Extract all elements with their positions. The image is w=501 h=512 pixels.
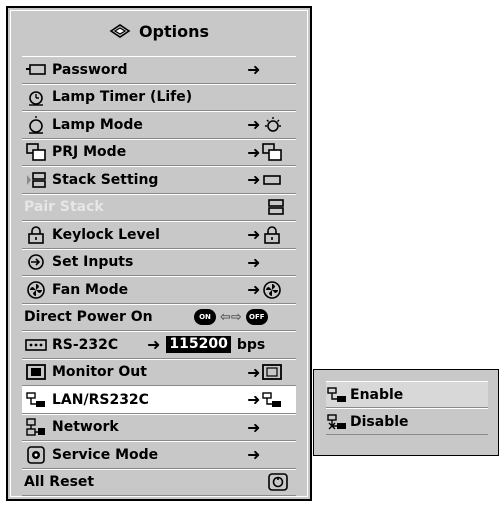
lan-disable-icon: [326, 413, 348, 431]
rs232c-icon: [24, 335, 48, 355]
menu-item-direct-power-on[interactable]: Direct Power On ON ⇦⇨ OFF: [22, 303, 296, 331]
submenu-item-label: Disable: [350, 413, 409, 430]
menu-title: Options: [22, 14, 296, 48]
on-toggle[interactable]: ON: [194, 309, 216, 326]
menu-item-password[interactable]: Password ➜: [22, 56, 296, 84]
prj-mode-icon: [24, 142, 48, 162]
options-menu: Options Password ➜ Lamp Timer (Life) Lam…: [6, 6, 312, 501]
lan-rs232c-icon: [24, 390, 48, 410]
menu-item-all-reset[interactable]: All Reset: [22, 468, 296, 496]
lan-enable-icon: [326, 386, 348, 404]
fan-icon: [24, 280, 48, 300]
fan-icon: [263, 280, 282, 299]
monitor-icon: [262, 364, 283, 381]
menu-item-stack-setting[interactable]: Stack Setting ➜: [22, 166, 296, 194]
arrow-right-icon: ➜: [247, 362, 261, 382]
menu-item-monitor-out[interactable]: Monitor Out ➜: [22, 358, 296, 386]
baud-rate: 115200: [166, 336, 231, 354]
arrow-right-icon: ➜: [247, 225, 261, 245]
menu-item-service-mode[interactable]: Service Mode ➜: [22, 441, 296, 469]
menu-item-label: All Reset: [24, 474, 95, 491]
stack-setting-value: ➜: [247, 167, 282, 193]
set-inputs-icon: [24, 252, 48, 272]
arrow-right-icon: ➜: [247, 390, 261, 410]
menu-item-prj-mode[interactable]: PRJ Mode ➜: [22, 138, 296, 166]
baud-rate-value: ➜ 115200 bps: [147, 332, 265, 358]
lamp-mode-value: ➜: [247, 112, 284, 138]
baud-unit: bps: [236, 336, 266, 353]
lan-icon: [262, 392, 282, 407]
monitor-out-icon: [24, 362, 48, 382]
monitor-out-value: ➜: [247, 360, 283, 386]
arrow-right-icon: ➜: [247, 142, 261, 162]
menu-item-label: Pair Stack: [24, 199, 104, 216]
menu-item-keylock-level[interactable]: Keylock Level ➜: [22, 221, 296, 249]
password-icon: [24, 60, 48, 80]
arrow-right-icon: ➜: [147, 335, 161, 355]
arrow-right-icon: ➜: [247, 170, 261, 190]
menu-item-rs232c[interactable]: RS-232C ➜ 115200 bps: [22, 331, 296, 359]
arrow-right-icon: ➜: [247, 60, 261, 80]
prj-front-icon: [262, 143, 283, 162]
options-list: Password ➜ Lamp Timer (Life) Lamp Mode ➜: [22, 56, 296, 496]
submenu-list: Enable Disable: [326, 381, 488, 435]
arrow-right-icon: ➜: [247, 280, 261, 300]
menu-item-pair-stack: Pair Stack: [22, 193, 296, 221]
fan-mode-value: ➜: [247, 277, 282, 303]
lamp-bright-icon: [265, 116, 282, 132]
menu-title-text: Options: [138, 21, 210, 41]
menu-item-lamp-timer[interactable]: Lamp Timer (Life): [22, 83, 296, 111]
keylock-value: ➜: [247, 222, 282, 248]
direct-power-toggle[interactable]: ON ⇦⇨ OFF: [194, 305, 268, 331]
menu-item-lan-rs232c[interactable]: LAN/RS232C ➜: [22, 386, 296, 414]
prj-mode-value: ➜: [247, 140, 283, 166]
lock-icon: [264, 225, 281, 244]
single-unit-icon: [263, 174, 282, 185]
lamp-mode-icon: [24, 115, 48, 135]
pair-stack-icon: [266, 195, 286, 221]
arrow-right-icon: ➜: [247, 445, 261, 465]
network-icon: [24, 417, 48, 437]
submenu-item-disable[interactable]: Disable: [326, 408, 488, 435]
menu-item-lamp-mode[interactable]: Lamp Mode ➜: [22, 111, 296, 139]
lamp-timer-icon: [24, 87, 48, 107]
stack-setting-icon: [24, 170, 48, 190]
arrow-right-icon: ➜: [247, 417, 261, 437]
menu-item-label: Lamp Timer (Life): [52, 89, 193, 106]
reset-icon[interactable]: [268, 470, 288, 496]
keylock-icon: [24, 225, 48, 245]
switch-arrows-icon: ⇦⇨: [220, 309, 242, 325]
lan-rs232c-value: ➜: [247, 387, 282, 413]
arrow-right-icon: ➜: [247, 252, 261, 272]
menu-item-fan-mode[interactable]: Fan Mode ➜: [22, 276, 296, 304]
options-icon: [109, 22, 131, 40]
arrow-right-icon: ➜: [247, 115, 261, 135]
menu-item-network[interactable]: Network ➜: [22, 413, 296, 441]
menu-item-set-inputs[interactable]: Set Inputs ➜: [22, 248, 296, 276]
lan-rs232c-submenu: Enable Disable: [313, 369, 499, 456]
submenu-item-enable[interactable]: Enable: [326, 381, 488, 408]
service-mode-icon: [24, 445, 48, 465]
off-toggle[interactable]: OFF: [245, 309, 268, 326]
submenu-item-label: Enable: [350, 386, 404, 403]
